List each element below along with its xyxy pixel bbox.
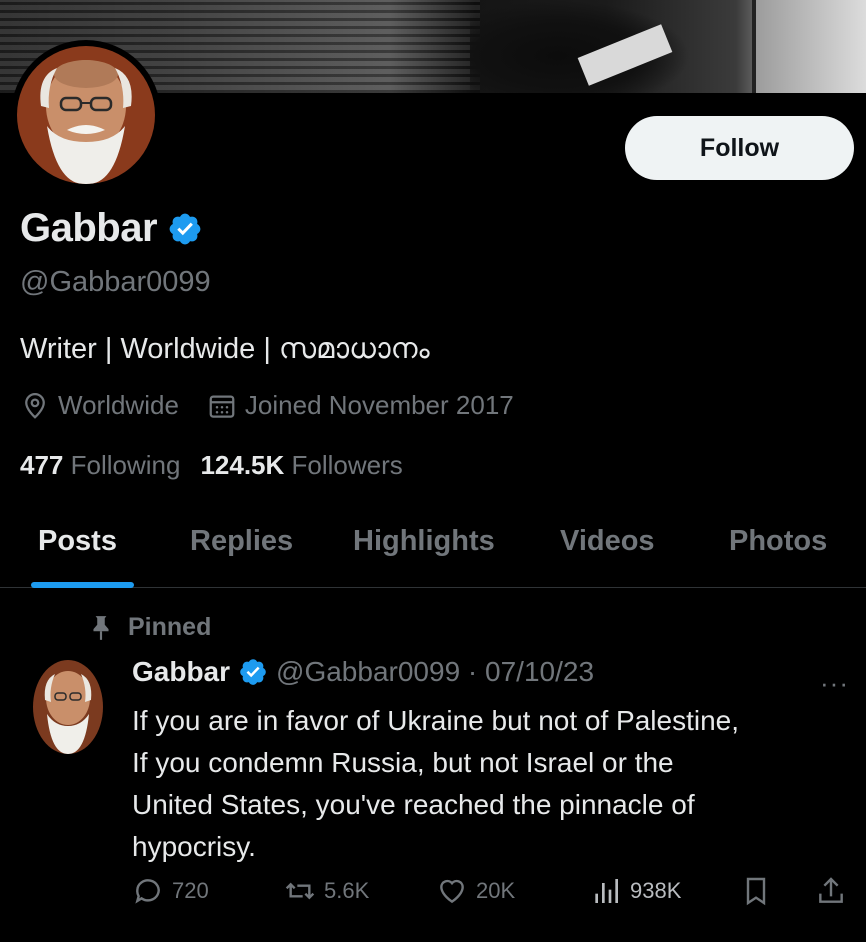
post-text-line: United States, you've reached the pinnac… xyxy=(132,789,695,820)
reply-button[interactable]: 720 xyxy=(132,875,209,907)
tab-highlights[interactable]: Highlights xyxy=(353,525,495,558)
post-author-handle-date[interactable]: @Gabbar0099 · 07/10/23 xyxy=(276,656,594,688)
location-text: Worldwide xyxy=(58,390,179,420)
banner-frame xyxy=(752,0,866,93)
profile-bio: Writer | Worldwide | സമാധാനം xyxy=(20,333,430,365)
profile-handle: @Gabbar0099 xyxy=(20,266,211,298)
reply-icon xyxy=(135,879,160,904)
post-text-line: If you condemn Russia, but not Israel or… xyxy=(132,747,674,778)
post-text: If you are in favor of Ukraine but not o… xyxy=(132,700,852,868)
post-actions: 720 5.6K 20K 938K xyxy=(0,875,866,921)
profile-avatar[interactable] xyxy=(11,40,161,190)
post-text-line: hypocrisy. xyxy=(132,831,256,862)
profile-counts: 477 Following 124.5K Followers xyxy=(20,450,403,481)
post-text-line: If you are in favor of Ukraine but not o… xyxy=(132,705,740,736)
like-button[interactable]: 20K xyxy=(436,875,515,907)
following-link[interactable]: 477 Following xyxy=(20,450,180,481)
followers-count: 124.5K xyxy=(200,450,285,480)
pinned-text: Pinned xyxy=(128,613,212,641)
reply-count: 720 xyxy=(172,878,209,903)
active-tab-indicator xyxy=(31,582,134,588)
profile-meta: Worldwide Joined November 2017 xyxy=(20,390,542,421)
views-icon xyxy=(595,879,618,903)
joined-text: Joined November 2017 xyxy=(244,390,514,420)
verified-badge-icon[interactable] xyxy=(167,211,203,247)
share-icon xyxy=(819,877,843,903)
followers-link[interactable]: 124.5K Followers xyxy=(200,450,402,481)
pinned-label: Pinned xyxy=(88,613,211,642)
location-pin-icon xyxy=(25,392,45,419)
calendar-icon xyxy=(209,395,235,418)
pin-icon xyxy=(93,615,109,640)
post-author-name[interactable]: Gabbar xyxy=(132,656,230,688)
profile-name: Gabbar xyxy=(20,206,158,250)
profile-name-row: Gabbar xyxy=(20,206,203,251)
tab-videos[interactable]: Videos xyxy=(560,525,655,558)
post-avatar[interactable] xyxy=(33,660,103,754)
views-button[interactable]: 938K xyxy=(590,875,681,907)
tab-photos[interactable]: Photos xyxy=(729,525,827,558)
views-count: 938K xyxy=(630,878,682,903)
following-label: Following xyxy=(70,450,181,480)
more-icon[interactable]: ··· xyxy=(820,668,849,699)
following-count: 477 xyxy=(20,450,64,480)
repost-count: 5.6K xyxy=(324,878,370,903)
bookmark-button[interactable] xyxy=(740,875,772,907)
tab-posts[interactable]: Posts xyxy=(38,525,117,558)
post-header: Gabbar @Gabbar0099 · 07/10/23 xyxy=(132,656,594,688)
followers-label: Followers xyxy=(291,450,403,480)
location-item: Worldwide xyxy=(20,390,179,421)
follow-button[interactable]: Follow xyxy=(625,116,854,180)
repost-button[interactable]: 5.6K xyxy=(284,875,369,907)
tab-replies[interactable]: Replies xyxy=(190,525,293,558)
verified-badge-icon[interactable] xyxy=(238,657,268,687)
avatar-image xyxy=(17,46,155,184)
joined-item: Joined November 2017 xyxy=(207,390,514,421)
like-icon xyxy=(440,879,464,904)
profile-tabs: Posts Replies Highlights Videos Photos xyxy=(0,505,866,588)
bookmark-icon xyxy=(746,877,766,906)
like-count: 20K xyxy=(476,878,516,903)
repost-icon xyxy=(285,882,315,900)
share-button[interactable] xyxy=(815,875,847,907)
